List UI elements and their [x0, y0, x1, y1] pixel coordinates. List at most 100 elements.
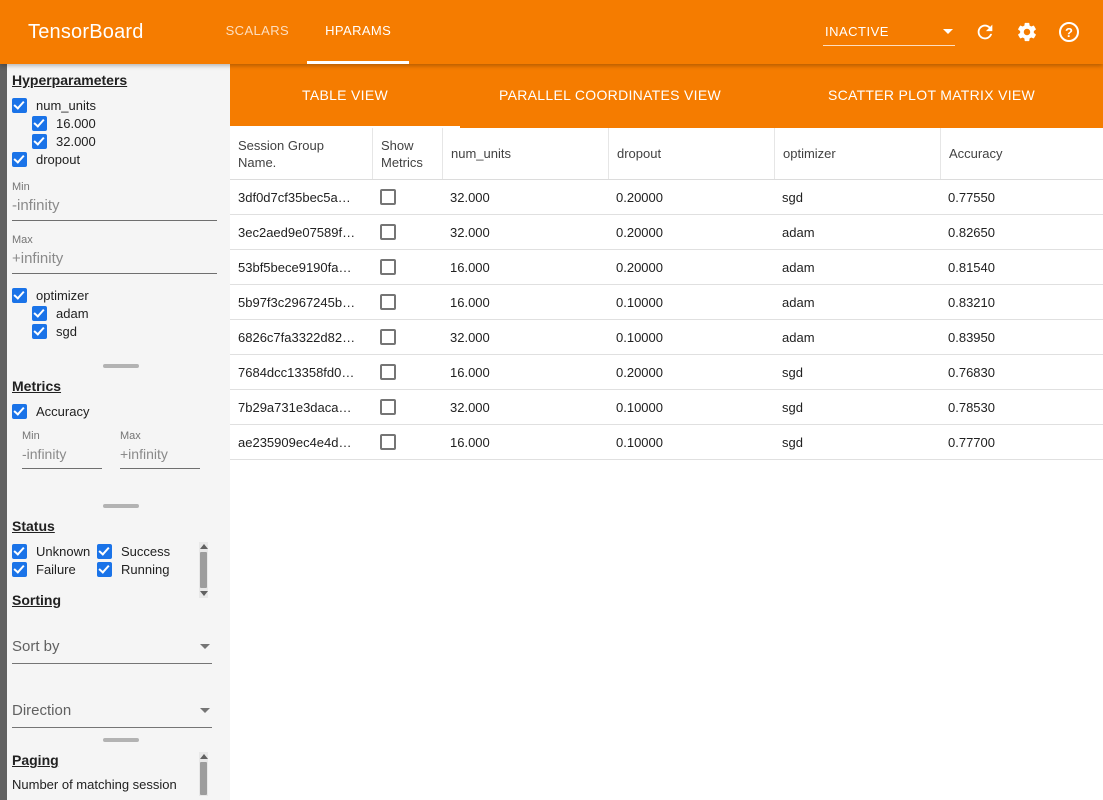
num-units-32-checkbox[interactable]	[32, 134, 47, 149]
header-actions: INACTIVE ?	[823, 0, 1081, 64]
dropout-checkbox[interactable]	[12, 152, 27, 167]
status-success-label: Success	[121, 544, 170, 559]
accuracy-value: 0.83950	[940, 320, 1103, 354]
session-group-name: 6826c7fa3322d82…	[230, 320, 372, 354]
status-unknown-checkbox[interactable]	[12, 544, 27, 559]
status-failure-checkbox[interactable]	[12, 562, 27, 577]
dropout-value: 0.10000	[608, 425, 774, 459]
num-units-16-checkbox[interactable]	[32, 116, 47, 131]
tab-hparams[interactable]: HPARAMS	[307, 0, 409, 64]
session-group-name: 3df0d7cf35bec5a…	[230, 180, 372, 214]
scrollbar-thumb[interactable]	[200, 762, 207, 795]
session-group-name: 53bf5bece9190fa…	[230, 250, 372, 284]
direction-dropdown[interactable]: Direction	[12, 698, 212, 728]
paging-section: Paging Number of matching session groups…	[12, 744, 230, 796]
view-tabs: TABLE VIEW PARALLEL COORDINATES VIEW SCA…	[230, 64, 1103, 128]
metric-min-max-fields: Min Max	[12, 430, 230, 469]
col-num-units: num_units	[442, 128, 608, 179]
accuracy-checkbox[interactable]	[12, 404, 27, 419]
table-row: ae235909ec4e4d… 16.000 0.10000 sgd 0.777…	[230, 425, 1103, 460]
tab-scalars[interactable]: SCALARS	[208, 0, 308, 64]
dropout-label: dropout	[36, 152, 80, 167]
session-group-name: 7684dcc13358fd0…	[230, 355, 372, 389]
show-metrics-checkbox[interactable]	[380, 364, 396, 380]
dropout-value: 0.10000	[608, 390, 774, 424]
status-failure-row: Failure	[12, 560, 97, 578]
show-metrics-checkbox[interactable]	[380, 294, 396, 310]
col-show-metrics: Show Metrics	[372, 128, 442, 179]
table-row: 3df0d7cf35bec5a… 32.000 0.20000 sgd 0.77…	[230, 180, 1103, 215]
table-row: 53bf5bece9190fa… 16.000 0.20000 adam 0.8…	[230, 250, 1103, 285]
sidebar-scrollbar[interactable]	[0, 64, 7, 800]
direction-value: Direction	[12, 702, 71, 719]
section-resize-handle[interactable]	[103, 738, 139, 742]
show-metrics-checkbox[interactable]	[380, 224, 396, 240]
scroll-up-icon[interactable]	[200, 754, 208, 759]
hparam-optimizer-row: optimizer	[12, 286, 230, 304]
show-metrics-checkbox[interactable]	[380, 399, 396, 415]
optimizer-checkbox[interactable]	[12, 288, 27, 303]
status-running-checkbox[interactable]	[97, 562, 112, 577]
hparam-value-row: 32.000	[32, 132, 230, 150]
optimizer-sgd-checkbox[interactable]	[32, 324, 47, 339]
settings-icon[interactable]	[1015, 20, 1039, 44]
table-row: 7b29a731e3daca… 32.000 0.10000 sgd 0.785…	[230, 390, 1103, 425]
hparam-value-row: sgd	[32, 322, 230, 340]
dropout-value: 0.10000	[608, 285, 774, 319]
dropout-min-input[interactable]	[12, 193, 217, 221]
chevron-down-icon	[943, 29, 953, 34]
status-sorting-section: Status Unknown Success Failure	[12, 510, 230, 736]
help-icon[interactable]: ?	[1057, 20, 1081, 44]
status-options: Unknown Success Failure Running	[12, 542, 198, 578]
accuracy-value: 0.76830	[940, 355, 1103, 389]
sorting-block: Sorting Sort by Direction	[12, 592, 230, 728]
status-failure-label: Failure	[36, 562, 76, 577]
paging-scrollbar[interactable]	[199, 752, 208, 796]
metric-max-input[interactable]	[120, 442, 200, 469]
section-resize-handle[interactable]	[103, 364, 139, 368]
optimizer-adam-label: adam	[56, 306, 89, 321]
section-resize-handle[interactable]	[103, 504, 139, 508]
tab-parallel-coordinates-view[interactable]: PARALLEL COORDINATES VIEW	[460, 64, 760, 128]
hparam-value-row: 16.000	[32, 114, 230, 132]
status-success-row: Success	[97, 542, 198, 560]
accuracy-value: 0.77550	[940, 180, 1103, 214]
show-metrics-checkbox[interactable]	[380, 189, 396, 205]
status-running-row: Running	[97, 560, 198, 578]
scroll-up-icon[interactable]	[200, 544, 208, 549]
dropout-value: 0.20000	[608, 250, 774, 284]
show-metrics-checkbox[interactable]	[380, 434, 396, 450]
sort-by-value: Sort by	[12, 638, 60, 655]
num-units-value: 32.000	[442, 390, 608, 424]
status-success-checkbox[interactable]	[97, 544, 112, 559]
session-group-name: 7b29a731e3daca…	[230, 390, 372, 424]
scroll-down-icon[interactable]	[200, 591, 208, 596]
optimizer-value: sgd	[774, 425, 940, 459]
table-row: 7684dcc13358fd0… 16.000 0.20000 sgd 0.76…	[230, 355, 1103, 390]
session-group-name: ae235909ec4e4d…	[230, 425, 372, 459]
hparam-num-units-row: num_units	[12, 96, 230, 114]
num-units-checkbox[interactable]	[12, 98, 27, 113]
optimizer-value: sgd	[774, 390, 940, 424]
num-units-value: 32.000	[442, 320, 608, 354]
optimizer-value: sgd	[774, 355, 940, 389]
sorting-heading: Sorting	[12, 592, 230, 608]
num-units-value: 16.000	[442, 250, 608, 284]
paging-heading: Paging	[12, 752, 230, 768]
dropout-max-input[interactable]	[12, 246, 217, 274]
run-status-dropdown[interactable]: INACTIVE	[823, 19, 955, 46]
metric-min-input[interactable]	[22, 442, 102, 469]
num-units-32-label: 32.000	[56, 134, 96, 149]
tab-table-view[interactable]: TABLE VIEW	[230, 64, 460, 128]
table-row: 3ec2aed9e07589f… 32.000 0.20000 adam 0.8…	[230, 215, 1103, 250]
accuracy-value: 0.82650	[940, 215, 1103, 249]
scrollbar-thumb[interactable]	[200, 552, 207, 588]
status-scrollbar[interactable]	[199, 542, 208, 598]
refresh-icon[interactable]	[973, 20, 997, 44]
optimizer-value: adam	[774, 320, 940, 354]
show-metrics-checkbox[interactable]	[380, 329, 396, 345]
show-metrics-checkbox[interactable]	[380, 259, 396, 275]
optimizer-adam-checkbox[interactable]	[32, 306, 47, 321]
sort-by-dropdown[interactable]: Sort by	[12, 634, 212, 664]
tab-scatter-plot-matrix-view[interactable]: SCATTER PLOT MATRIX VIEW	[760, 64, 1103, 128]
